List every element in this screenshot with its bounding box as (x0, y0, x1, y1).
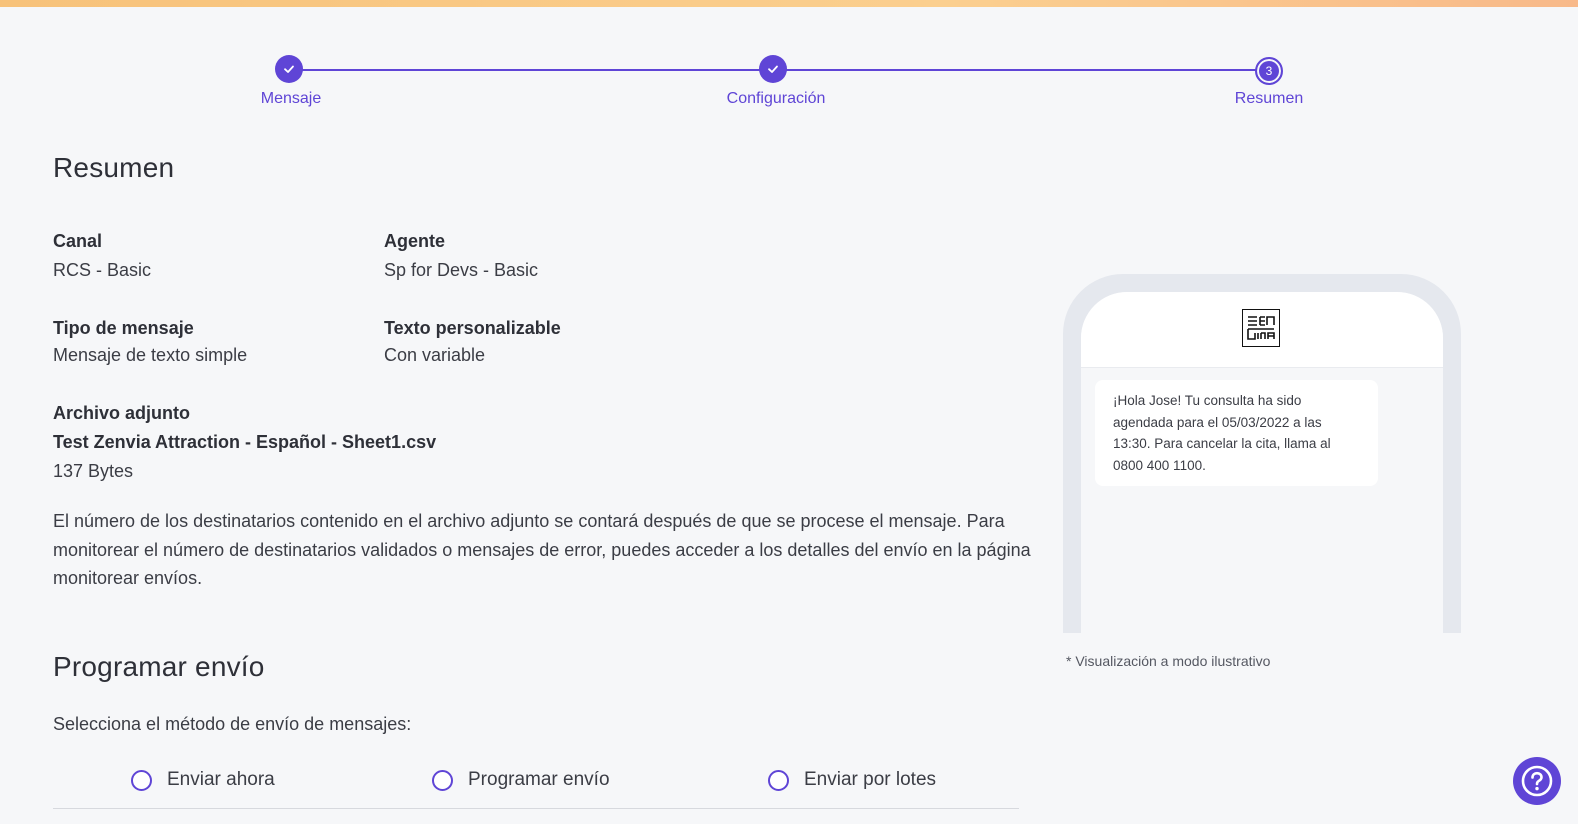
agente-label: Agente (384, 231, 446, 251)
radio-programar-envio[interactable]: Programar envío (432, 769, 610, 791)
tipo-mensaje-label: Tipo de mensaje (53, 318, 194, 338)
schedule-title: Programar envío (53, 651, 265, 682)
archivo-adjunto-label: Archivo adjunto (53, 403, 191, 423)
canal-value: RCS - Basic (53, 260, 152, 280)
radio-circle-icon[interactable] (131, 769, 152, 791)
step-resumen-number: 3 (1255, 57, 1283, 85)
zenvia-logo-icon (1242, 309, 1280, 347)
stepper-line-2 (773, 69, 1269, 71)
preview-note: * Visualización a modo ilustrativo (1066, 653, 1271, 669)
recipients-info-text: El número de los destinatarios contenido… (53, 511, 1031, 588)
archivo-adjunto-size: 137 Bytes (53, 461, 134, 481)
radio-circle-icon[interactable] (768, 769, 789, 791)
message-preview-bubble: ¡Hola Jose! Tu consulta ha sido agendada… (1095, 380, 1378, 486)
stepper-line-1 (289, 69, 773, 71)
step-mensaje-check-icon (275, 55, 303, 83)
phone-preview-header (1081, 292, 1443, 368)
radio-enviar-por-lotes[interactable]: Enviar por lotes (768, 769, 936, 791)
agente-value: Sp for Devs - Basic (384, 260, 539, 280)
step-configuracion-check-icon (759, 55, 787, 83)
help-icon (1521, 765, 1553, 797)
help-button[interactable] (1513, 757, 1561, 805)
canal-label: Canal (53, 231, 103, 251)
archivo-adjunto-name: Test Zenvia Attraction - Español - Sheet… (53, 432, 437, 452)
step-label-mensaje[interactable]: Mensaje (261, 90, 321, 108)
radio-label: Programar envío (468, 769, 610, 790)
summary-title: Resumen (53, 152, 175, 183)
texto-personalizable-value: Con variable (384, 345, 486, 365)
radio-label: Enviar por lotes (804, 769, 937, 790)
texto-personalizable-label: Texto personalizable (384, 318, 561, 338)
radio-enviar-ahora[interactable]: Enviar ahora (131, 769, 275, 791)
step-label-resumen: Resumen (1234, 90, 1304, 107)
tipo-mensaje-value: Mensaje de texto simple (53, 345, 248, 365)
step-label-configuracion[interactable]: Configuración (727, 90, 826, 108)
divider (53, 808, 1019, 809)
phone-preview-screen: ¡Hola Jose! Tu consulta ha sido agendada… (1081, 292, 1443, 633)
send-method-label: Selecciona el método de envío de mensaje… (53, 714, 412, 734)
stepper: Mensaje Configuración 3 Resumen (0, 0, 1578, 120)
radio-label: Enviar ahora (167, 769, 275, 790)
radio-circle-icon[interactable] (432, 769, 453, 791)
